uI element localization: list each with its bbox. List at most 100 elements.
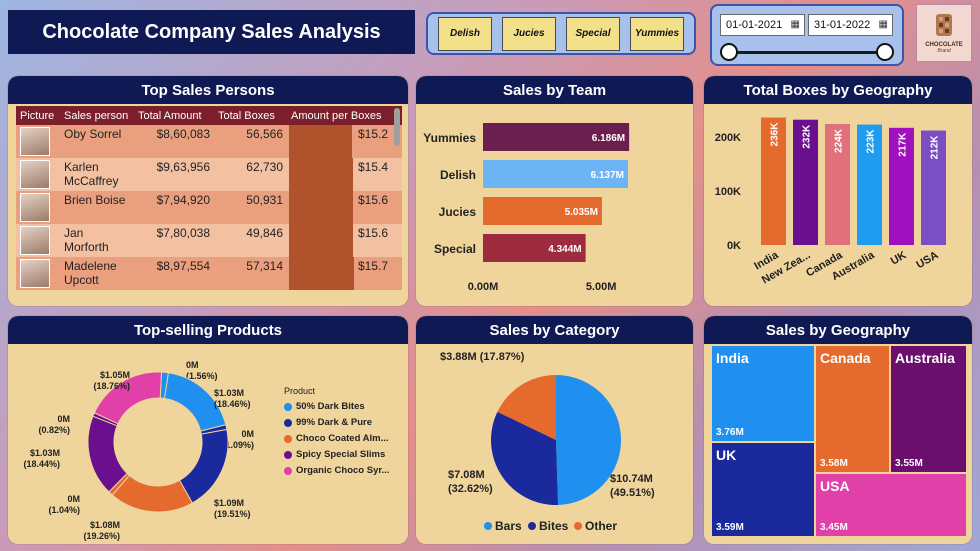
geography-bar-value: 236K — [770, 122, 781, 147]
table-row[interactable]: Jan Morforth $7,80,038 49,846 $15.6 — [16, 224, 402, 257]
treemap-tile-india[interactable]: India 3.76M — [712, 346, 814, 441]
date-slider-track[interactable] — [727, 51, 887, 54]
column-header[interactable]: Total Amount — [134, 110, 214, 122]
avatar — [20, 259, 50, 288]
geography-treemap: India 3.76M UK 3.59M Canada 3.58M Austra… — [712, 346, 966, 536]
total-boxes-cell: 49,846 — [246, 226, 283, 240]
donut-slice-label: 0M — [67, 494, 80, 504]
chocolate-logo-icon — [936, 14, 952, 36]
top-sales-persons-panel: Top Sales Persons Picture Sales person T… — [8, 76, 408, 306]
avatar — [20, 226, 50, 255]
x-tick-label: 0.00M — [468, 281, 499, 293]
total-boxes-cell: 50,931 — [246, 193, 283, 207]
legend-label[interactable]: Other — [585, 519, 617, 533]
amount-per-box-bar — [289, 257, 354, 290]
team-button-delish[interactable]: Delish — [438, 16, 492, 51]
calendar-icon[interactable]: ▦ — [791, 19, 800, 30]
boxes-by-geography-panel: Total Boxes by Geography 0K 100K 200K 236K I… — [704, 76, 972, 306]
column-header-sorted[interactable]: Amount per Boxes — [287, 110, 390, 122]
donut-slice-label: 0M — [241, 429, 254, 439]
legend-label[interactable]: Bites — [539, 519, 569, 533]
amount-per-box-value: $15.6 — [357, 226, 388, 240]
donut-slice-label: $1.03M — [214, 388, 244, 398]
amount-per-box-cell: $15.7 — [287, 257, 390, 290]
team-button-jucies[interactable]: Jucies — [502, 16, 556, 51]
legend-item[interactable]: 99% Dark & Pure — [284, 417, 404, 428]
top-selling-products-chart: 0M(1.56%)$1.03M(18.46%)0M(1.09%)$1.09M(1… — [23, 360, 254, 541]
donut-slice-label: $1.08M — [90, 520, 120, 530]
geography-bar-value: 223K — [866, 129, 877, 154]
column-header[interactable]: Picture — [16, 110, 60, 122]
treemap-tile-canada[interactable]: Canada 3.58M — [816, 346, 889, 472]
tile-value: 3.45M — [820, 522, 848, 533]
legend-label: Spicy Special Slims — [296, 449, 386, 460]
panel-title: Top Sales Persons — [8, 76, 408, 104]
legend-item[interactable]: Choco Coated Alm... — [284, 433, 404, 444]
tile-value: 3.59M — [716, 522, 744, 533]
category-pie-slice[interactable] — [556, 375, 621, 505]
date-slider-start-handle[interactable] — [720, 43, 738, 61]
legend-dot — [528, 522, 536, 530]
donut-slice[interactable] — [178, 428, 229, 504]
panel-title: Sales by Category — [416, 316, 693, 344]
total-boxes-cell: 62,730 — [246, 160, 283, 174]
total-amount-cell: $7,94,920 — [156, 193, 210, 207]
legend-dot — [284, 466, 292, 475]
amount-per-box-cell: $15.6 — [287, 191, 390, 224]
tile-value: 3.55M — [895, 458, 923, 469]
table-row[interactable]: Brien Boise $7,94,920 50,931 $15.6 — [16, 191, 402, 224]
total-amount-cell: $8,60,083 — [156, 127, 210, 141]
date-slider-end-handle[interactable] — [876, 43, 894, 61]
avatar — [20, 193, 50, 222]
avatar — [20, 127, 50, 156]
y-tick-label: 0K — [727, 240, 741, 252]
table-row[interactable]: Madelene Upcott $8,97,554 57,314 $15.7 — [16, 257, 402, 290]
legend-item[interactable]: Spicy Special Slims — [284, 449, 404, 460]
table-row[interactable]: Oby Sorrel $8,60,083 56,566 $15.2 — [16, 125, 402, 158]
start-date-value: 01-01-2021 — [726, 19, 783, 31]
team-slicer: Delish Jucies Special Yummies — [426, 12, 696, 55]
vertical-scrollbar[interactable] — [394, 108, 400, 146]
legend-dot — [574, 522, 582, 530]
column-header[interactable]: Sales person — [60, 110, 134, 122]
team-axis-label: Jucies — [439, 205, 477, 219]
team-button-yummies[interactable]: Yummies — [630, 16, 684, 51]
table-row[interactable]: Karlen McCaffrey $9,63,956 62,730 $15.4 — [16, 158, 402, 191]
legend-label[interactable]: Bars — [495, 519, 522, 533]
top-selling-products-panel: Top-selling Products 0M (1.56%) $1.03M (18.… — [8, 316, 408, 544]
sales-by-team-chart: Yummies 6.186M Delish 6.137M Jucies 5.035M Spe… — [423, 123, 630, 293]
amount-per-box-cell: $15.6 — [287, 224, 390, 257]
amount-per-box-value: $15.2 — [357, 127, 388, 141]
end-date-field[interactable]: 31-01-2022 ▦ — [808, 14, 893, 36]
donut-slice-label: 0M — [57, 414, 70, 424]
tile-label: UK — [716, 447, 737, 463]
column-header-label: Amount per Boxes — [291, 109, 382, 122]
sales-person-cell: Brien Boise — [64, 193, 126, 207]
treemap-tile-uk[interactable]: UK 3.59M — [712, 443, 814, 536]
sales-persons-table: Picture Sales person Total Amount Total … — [16, 106, 402, 290]
total-boxes-cell: 57,314 — [246, 259, 283, 273]
x-tick-label: 5.00M — [586, 281, 617, 293]
total-amount-cell: $7,80,038 — [156, 226, 210, 240]
treemap-tile-usa[interactable]: USA 3.45M — [816, 474, 966, 536]
column-header[interactable]: Total Boxes — [214, 110, 287, 122]
donut-slice-percent: (18.76%) — [93, 381, 130, 391]
tile-value: 3.58M — [820, 458, 848, 469]
avatar — [20, 160, 50, 189]
legend-item[interactable]: 50% Dark Bites — [284, 401, 404, 412]
donut-slice-percent: (19.26%) — [83, 531, 120, 541]
legend-item[interactable]: Organic Choco Syr... — [284, 465, 404, 476]
geography-bar-value: 232K — [802, 124, 813, 149]
start-date-field[interactable]: 01-01-2021 ▦ — [720, 14, 805, 36]
treemap-tile-australia[interactable]: Australia 3.55M — [891, 346, 966, 472]
boxes-by-geography-chart: 0K100K200K 236KIndia232KNew Zea...224KCan… — [715, 117, 946, 286]
panel-title: Sales by Team — [416, 76, 693, 104]
amount-per-box-value: $15.7 — [357, 259, 388, 273]
donut-slice-label: $1.03M — [30, 448, 60, 458]
calendar-icon[interactable]: ▦ — [879, 19, 888, 30]
amount-per-box-value: $15.4 — [357, 160, 388, 174]
tile-label: India — [716, 350, 749, 366]
team-button-special[interactable]: Special — [566, 16, 620, 51]
team-bar-value: 6.137M — [591, 170, 624, 181]
team-axis-label: Delish — [440, 168, 476, 182]
